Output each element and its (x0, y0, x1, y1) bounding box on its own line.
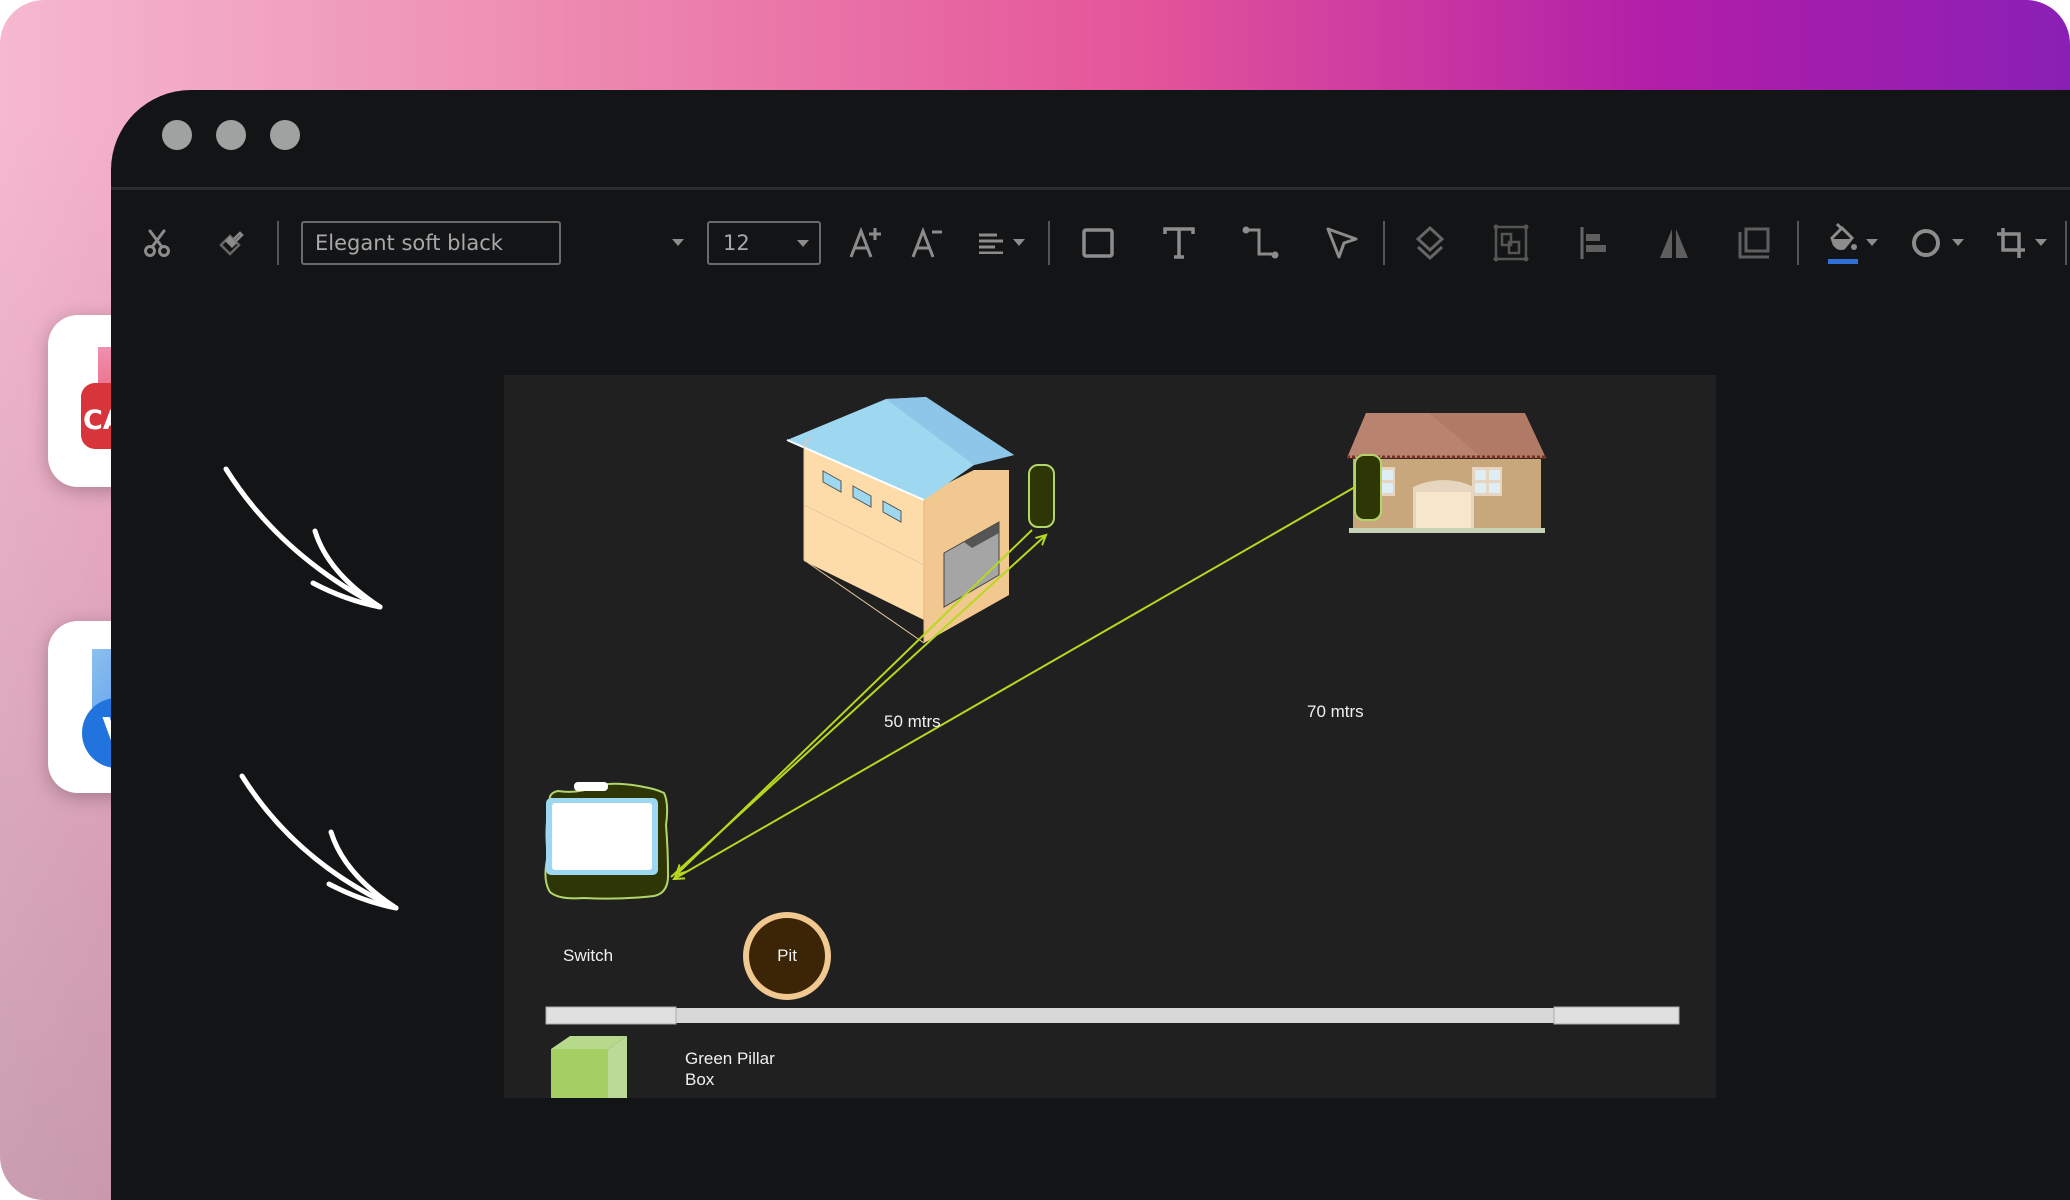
layers-button[interactable] (1408, 210, 1452, 275)
text-icon (1163, 226, 1195, 259)
pit-label: Pit (777, 946, 797, 965)
close-button[interactable] (162, 120, 192, 150)
rectangle-tool[interactable] (1076, 210, 1120, 275)
font-size-field[interactable]: 12 (707, 221, 821, 265)
arrow-cad-to-canvas (223, 466, 383, 610)
chevron-down-icon (2035, 239, 2047, 246)
font-increase-icon (849, 226, 881, 258)
chevron-down-icon (1952, 239, 1964, 246)
distance-label-house: 70 mtrs (1307, 702, 1364, 721)
font-name-field[interactable]: Elegant soft black (301, 221, 561, 265)
cable-shape[interactable] (545, 1006, 1680, 1025)
increase-font-button[interactable] (844, 210, 888, 275)
crop-button[interactable] (1991, 210, 2051, 275)
group-icon (1493, 224, 1529, 261)
window-controls (162, 120, 300, 150)
font-dropdown-button[interactable] (666, 210, 690, 275)
house-connector-point[interactable] (1354, 454, 1382, 521)
connector-icon (1242, 226, 1279, 258)
font-decrease-icon (911, 226, 942, 258)
shape-style-icon (1912, 228, 1940, 257)
frame-icon (1738, 227, 1770, 258)
layers-icon (1415, 225, 1445, 260)
format-painter-icon (219, 230, 244, 256)
arrow-visio-to-canvas (239, 773, 399, 911)
scissors-icon (144, 229, 170, 257)
green-pillar-box-shape[interactable] (551, 1036, 627, 1098)
diagram-drawing (544, 397, 1680, 1098)
pointer-icon (1326, 227, 1358, 258)
flip-button[interactable] (1652, 210, 1696, 275)
minimize-button[interactable] (216, 120, 246, 150)
connector-tool[interactable] (1239, 210, 1283, 275)
diagram-canvas[interactable]: 50 mtrs 70 mtrs Switch Pit Green Pillar … (504, 375, 1716, 1098)
chevron-down-icon (1013, 239, 1025, 246)
toolbar-separator (1048, 221, 1050, 265)
flip-icon (1660, 228, 1688, 258)
pillar-box-label: Green Pillar Box (685, 1049, 775, 1089)
toolbar-separator (277, 221, 279, 265)
align-objects-icon (1580, 226, 1606, 259)
crop-icon (1997, 227, 2025, 258)
maximize-button[interactable] (270, 120, 300, 150)
cut-button[interactable] (137, 210, 177, 275)
rectangle-icon (1082, 227, 1114, 258)
fill-color-swatch (1828, 258, 1858, 264)
warehouse-connector-point[interactable] (1028, 464, 1055, 528)
group-button[interactable] (1489, 210, 1533, 275)
switch-shape[interactable] (544, 782, 670, 900)
font-name-value: Elegant soft black (315, 231, 503, 255)
text-tool[interactable] (1157, 210, 1201, 275)
fill-color-button[interactable] (1823, 210, 1883, 275)
toolbar: Elegant soft black 12 (111, 210, 2070, 275)
distance-label-warehouse: 50 mtrs (884, 712, 941, 731)
toolbar-separator (1797, 221, 1799, 265)
toolbar-separator (1383, 221, 1385, 265)
frame-button[interactable] (1733, 210, 1777, 275)
warehouse-shape[interactable] (786, 397, 1014, 644)
decrease-font-button[interactable] (906, 210, 950, 275)
align-left-icon (979, 233, 1003, 254)
chevron-down-icon (1866, 239, 1878, 246)
pointer-tool[interactable] (1320, 210, 1364, 275)
shape-style-button[interactable] (1907, 210, 1967, 275)
switch-label: Switch (563, 946, 614, 965)
align-objects-button[interactable] (1571, 210, 1615, 275)
fill-bucket-icon (1830, 222, 1857, 250)
chevron-down-icon (672, 239, 684, 246)
toolbar-separator (2065, 221, 2067, 265)
align-text-button[interactable] (973, 210, 1029, 275)
font-size-value: 12 (723, 231, 750, 255)
format-painter-button[interactable] (211, 210, 251, 275)
app-window: Elegant soft black 12 50 mtrs 70 mtrs Sw… (111, 90, 2070, 1200)
chevron-down-icon (797, 240, 809, 247)
titlebar-divider (111, 187, 2070, 190)
